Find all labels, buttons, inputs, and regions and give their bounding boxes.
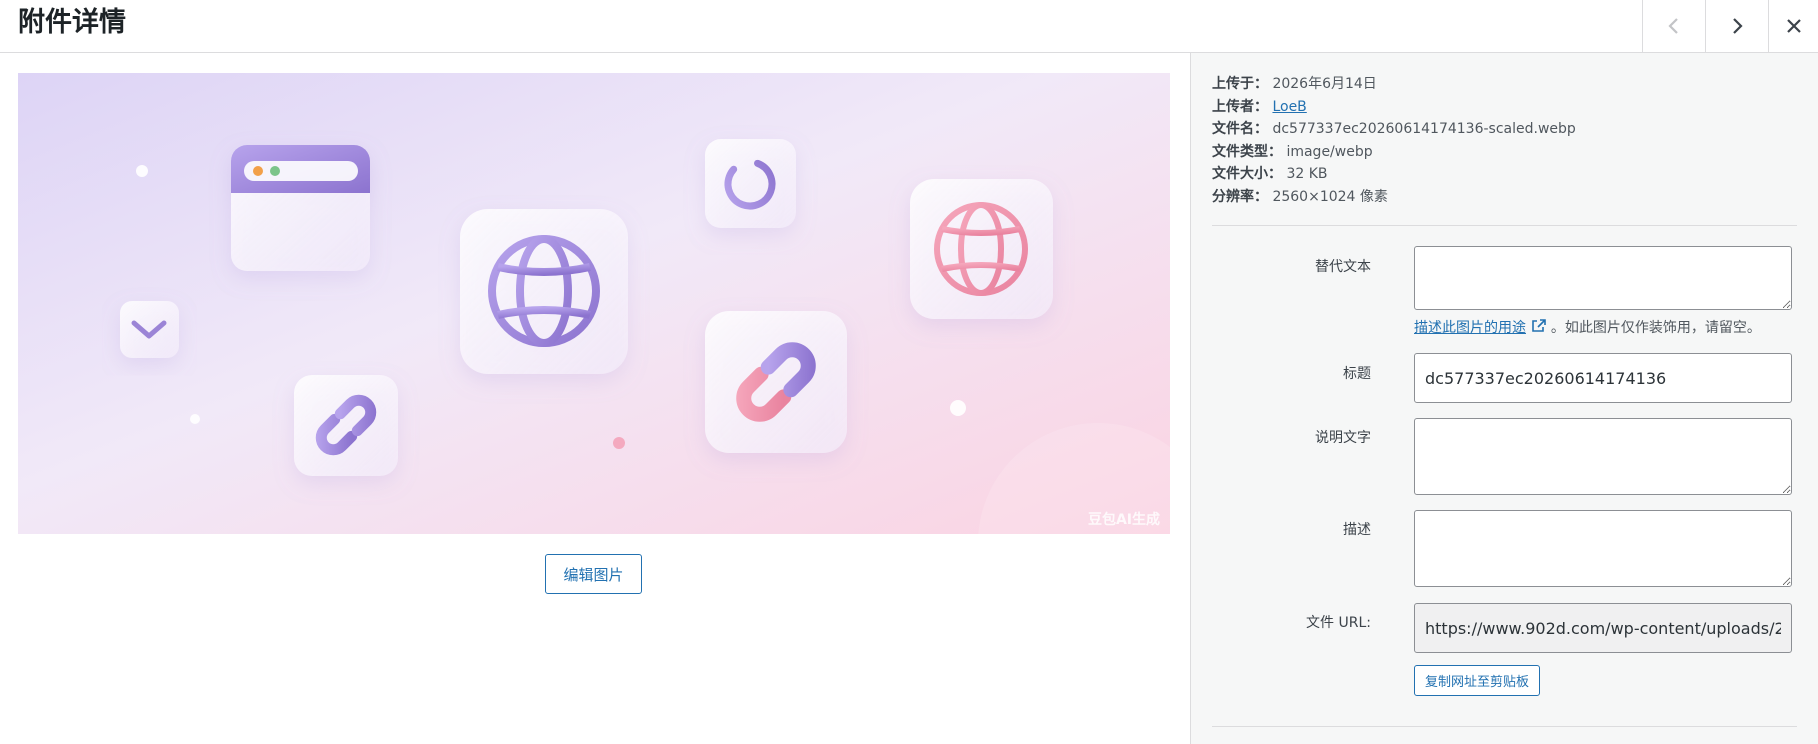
meta-file-type: 文件类型： image/webp xyxy=(1212,143,1373,160)
title-label: 标题 xyxy=(1343,366,1371,382)
alt-text-help: 描述此图片的用途 。如此图片仅作装饰用，请留空。 xyxy=(1414,319,1761,336)
meta-uploaded-by: 上传者： LoeB xyxy=(1212,98,1307,115)
chevron-card xyxy=(120,301,179,358)
alt-text-help-link[interactable]: 描述此图片的用途 xyxy=(1414,320,1526,336)
title-input[interactable] xyxy=(1414,353,1792,403)
close-button[interactable] xyxy=(1768,0,1818,52)
caption-label: 说明文字 xyxy=(1315,430,1371,446)
alt-text-label: 替代文本 xyxy=(1315,259,1371,275)
file-url-input[interactable] xyxy=(1414,603,1792,653)
attachment-image: 豆包AI生成 xyxy=(18,73,1170,534)
caption-input[interactable] xyxy=(1414,418,1792,495)
browser-window-card xyxy=(231,145,370,271)
close-icon xyxy=(1786,19,1801,33)
globe-card-center xyxy=(460,209,628,374)
file-info: 上传于： 2026年6月14日 上传者： LoeB 文件名： dc577337e… xyxy=(1212,73,1576,208)
external-link-icon xyxy=(1532,319,1547,332)
loading-card xyxy=(705,139,796,228)
meta-file-size: 文件大小： 32 KB xyxy=(1212,166,1328,182)
meta-dimensions: 分辨率： 2560×1024 像素 xyxy=(1212,188,1388,205)
previous-button[interactable] xyxy=(1642,0,1705,52)
file-url-label: 文件 URL: xyxy=(1306,615,1371,631)
image-preview: 豆包AI生成 xyxy=(18,73,1170,534)
attachment-details-sidebar: 上传于： 2026年6月14日 上传者： LoeB 文件名： dc577337e… xyxy=(1190,53,1818,744)
link-card-small xyxy=(294,375,398,476)
chevron-left-icon xyxy=(1668,18,1678,34)
meta-file-name: 文件名： dc577337ec20260614174136-scaled.web… xyxy=(1212,121,1576,137)
divider xyxy=(1212,225,1797,226)
meta-uploaded-on: 上传于： 2026年6月14日 xyxy=(1212,76,1377,92)
description-input[interactable] xyxy=(1414,510,1792,587)
chevron-right-icon xyxy=(1733,18,1743,34)
page-title: 附件详情 xyxy=(18,7,126,38)
attachment-media-view: 豆包AI生成 编辑图片 xyxy=(0,53,1190,744)
description-label: 描述 xyxy=(1343,522,1371,538)
modal-header: 附件详情 xyxy=(0,0,1818,53)
next-button[interactable] xyxy=(1705,0,1768,52)
link-card-large xyxy=(705,311,847,453)
copy-url-button[interactable]: 复制网址至剪贴板 xyxy=(1414,665,1541,696)
alt-text-input[interactable] xyxy=(1414,246,1792,310)
watermark-text: 豆包AI生成 xyxy=(1088,511,1160,528)
globe-card-right xyxy=(910,179,1053,319)
divider-bottom xyxy=(1212,726,1797,727)
uploader-link[interactable]: LoeB xyxy=(1272,99,1306,115)
edit-image-button[interactable]: 编辑图片 xyxy=(545,554,642,594)
